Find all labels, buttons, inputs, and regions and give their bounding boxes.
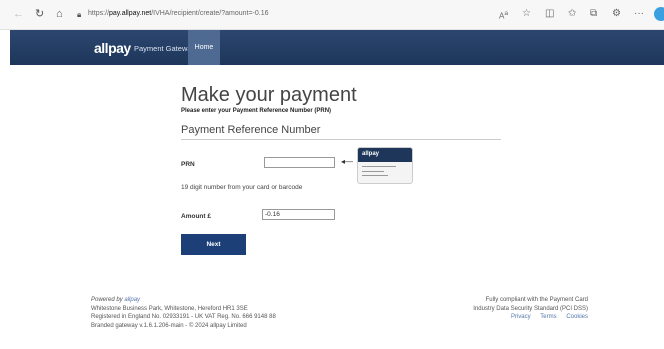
collections-icon[interactable]: ⧉ [590,6,597,22]
copilot-icon[interactable] [654,7,664,21]
favorite-star-icon[interactable]: ☆ [522,6,531,22]
cookies-link[interactable]: Cookies [566,314,588,320]
back-arrow-icon[interactable]: ← [13,6,24,22]
split-screen-icon[interactable]: ◫ [545,6,554,22]
card-logo: allpay [362,151,380,157]
prn-label: PRN [181,161,195,168]
url-path: /IVHA/recipient/create/?amount=-0.16 [151,10,269,17]
favorites-icon[interactable]: ✩ [568,6,576,22]
reload-icon[interactable]: ↻ [35,6,44,22]
powered-by-link[interactable]: allpay [124,297,140,303]
arrow-left-icon: ◂— [341,157,354,166]
more-menu-icon[interactable]: ··· [634,6,644,22]
footer-right: Fully compliant with the Payment Card In… [473,296,588,322]
section-title: Payment Reference Number [181,124,321,136]
prn-hint: 19 digit number from your card or barcod… [181,184,303,191]
nav-home[interactable]: Home [188,30,220,65]
powered-by-text: Powered by [91,297,125,303]
prn-input[interactable] [264,157,335,168]
compliance-line-2: Industry Data Security Standard (PCI DSS… [473,305,588,312]
page-title: Make your payment [181,84,357,106]
sample-card-image: allpay [357,147,413,184]
footer-registration: Registered in England No. 02933191 - UK … [91,314,276,320]
site-header: allpay Payment Gateway Home [10,30,664,65]
url-host: pay.allpay.net [109,10,152,17]
terms-link[interactable]: Terms [540,314,556,320]
extensions-icon[interactable]: ⚙ [612,6,621,22]
page-subtitle: Please enter your Payment Reference Numb… [181,108,332,114]
section-divider [181,139,501,140]
privacy-link[interactable]: Privacy [511,314,531,320]
footer-address: Whitestone Business Park, Whitestone, He… [91,305,248,312]
url-scheme: https:// [88,10,110,17]
amount-input[interactable] [262,209,335,220]
footer-left: Powered by allpay Whitestone Business Pa… [91,296,276,330]
read-aloud-icon[interactable]: Aa [499,6,508,25]
home-icon[interactable]: ⌂ [56,6,63,22]
browser-toolbar: ← ↻ ⌂ 🔒︎ https://pay.allpay.net/IVHA/rec… [0,0,664,30]
footer-version: Branded gateway v.1.6.1.206-main - © 202… [91,322,247,329]
allpay-logo[interactable]: allpay [94,40,131,56]
amount-label: Amount £ [181,213,211,220]
lock-icon: 🔒︎ [77,10,82,19]
logo-subtitle: Payment Gateway [134,44,196,53]
address-bar[interactable]: https://pay.allpay.net/IVHA/recipient/cr… [88,7,269,21]
next-button[interactable]: Next [181,234,246,255]
compliance-line-1: Fully compliant with the Payment Card [485,297,588,303]
